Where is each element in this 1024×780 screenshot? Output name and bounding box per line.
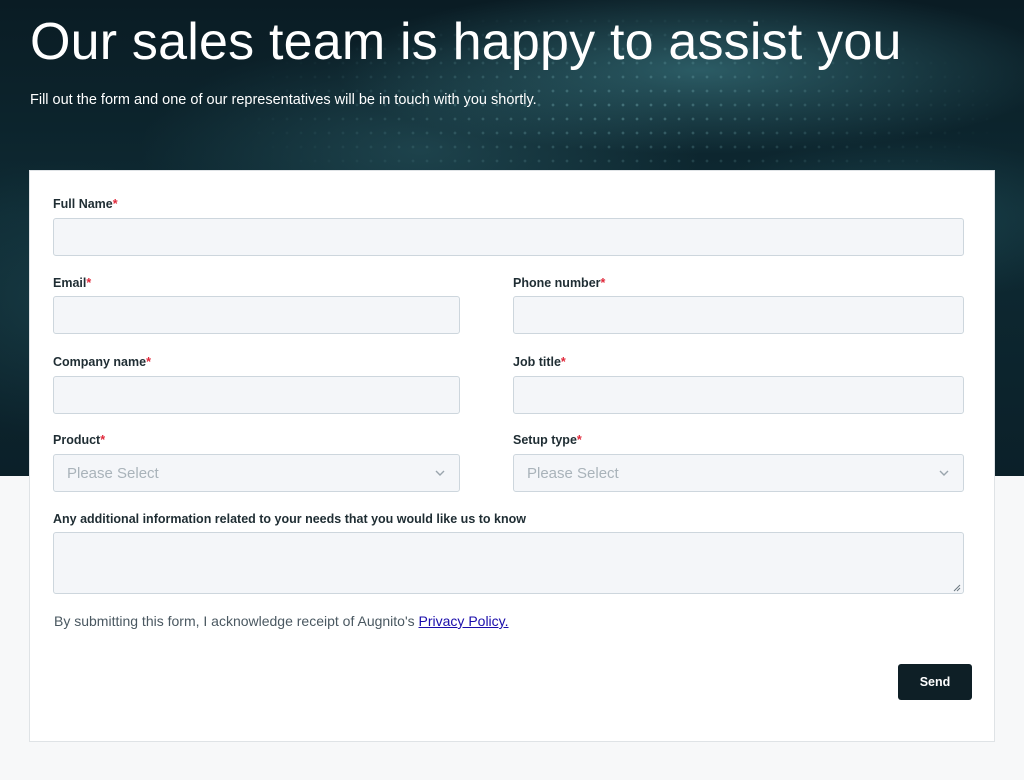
product-label-text: Product: [53, 433, 101, 447]
setup-type-select[interactable]: Please Select: [513, 454, 964, 492]
company-label-text: Company name: [53, 355, 147, 369]
email-label-text: Email: [53, 276, 87, 290]
phone-label: Phone number*: [513, 276, 605, 290]
email-label: Email*: [53, 276, 91, 290]
additional-info-textarea[interactable]: [53, 532, 964, 594]
page-subtitle: Fill out the form and one of our represe…: [30, 92, 537, 108]
setup-type-selected-value: Please Select: [527, 464, 619, 482]
setup-type-label-text: Setup type: [513, 433, 577, 447]
required-marker: *: [86, 276, 92, 290]
sales-contact-form: Full Name* Email* Phone number* Company …: [29, 170, 995, 742]
required-marker: *: [560, 355, 566, 369]
job-title-input[interactable]: [513, 376, 964, 414]
consent-statement: By submitting this form, I acknowledge r…: [54, 613, 415, 629]
page-title: Our sales team is happy to assist you: [30, 13, 902, 71]
chevron-down-icon: [939, 470, 949, 476]
company-input[interactable]: [53, 376, 460, 414]
chevron-down-icon: [435, 470, 445, 476]
job-title-label: Job title*: [513, 355, 566, 369]
full-name-label-text: Full Name: [53, 197, 113, 211]
required-marker: *: [576, 433, 582, 447]
email-input[interactable]: [53, 296, 460, 334]
full-name-input[interactable]: [53, 218, 964, 256]
product-label: Product*: [53, 433, 105, 447]
required-marker: *: [100, 433, 106, 447]
required-marker: *: [146, 355, 151, 369]
job-title-label-text: Job title: [513, 355, 561, 369]
phone-label-text: Phone number: [513, 276, 601, 290]
required-marker: *: [112, 197, 118, 211]
full-name-label: Full Name*: [53, 197, 118, 211]
send-button[interactable]: Send: [898, 664, 972, 700]
additional-info-label: Any additional information related to yo…: [53, 512, 526, 526]
required-marker: *: [600, 276, 606, 290]
setup-type-label: Setup type*: [513, 433, 582, 447]
privacy-policy-link[interactable]: Privacy Policy.: [419, 613, 509, 629]
company-label: Company name*: [53, 355, 151, 369]
consent-text: By submitting this form, I acknowledge r…: [54, 613, 509, 629]
resize-handle-icon[interactable]: [951, 582, 961, 592]
product-select[interactable]: Please Select: [53, 454, 460, 492]
phone-input[interactable]: [513, 296, 964, 334]
product-selected-value: Please Select: [67, 464, 159, 482]
